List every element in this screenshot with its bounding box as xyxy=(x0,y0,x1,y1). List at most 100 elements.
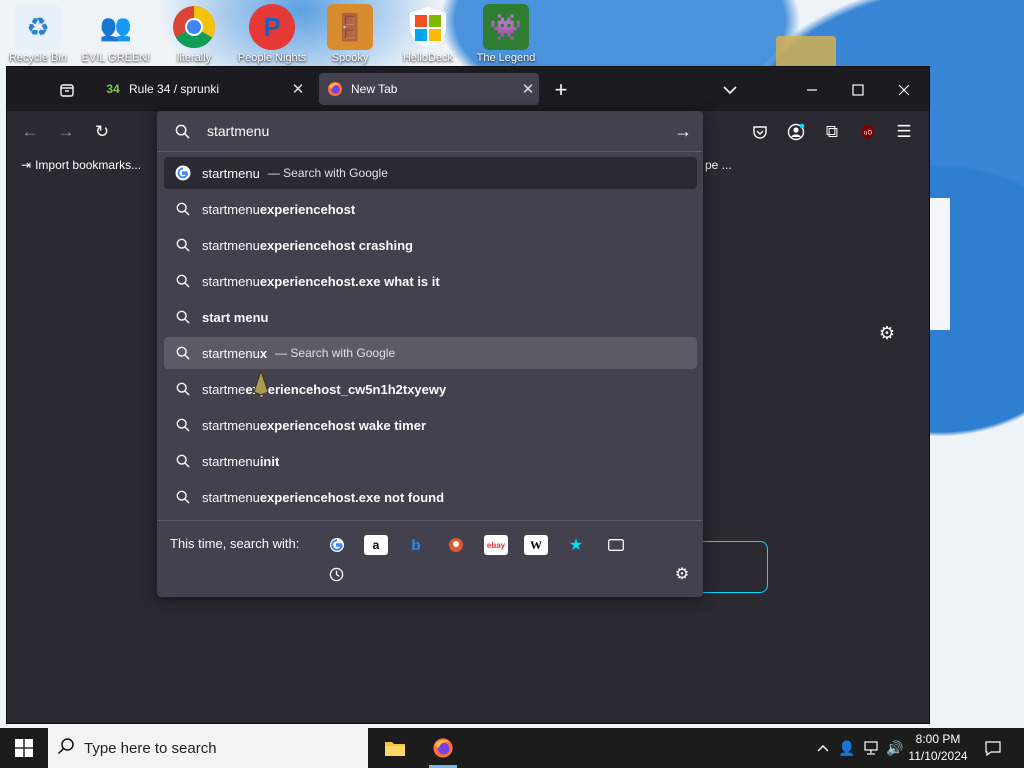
list-all-tabs-chevron-icon[interactable] xyxy=(715,75,745,105)
firefox-view-icon[interactable] xyxy=(52,75,82,105)
result-typed-part: startmenu xyxy=(202,201,260,217)
firefox-taskbar-button[interactable] xyxy=(419,728,467,768)
urlbar-result-row[interactable]: startmenuexperiencehost wake timer xyxy=(164,409,697,441)
chrome-icon xyxy=(171,4,217,50)
windows-shield-icon xyxy=(405,4,451,50)
duckduckgo-engine-icon[interactable] xyxy=(444,535,468,555)
desktop-icon-spooky[interactable]: 🚪 Spooky xyxy=(314,4,386,66)
search-icon xyxy=(164,490,202,504)
tabs-engine-icon[interactable] xyxy=(604,535,628,555)
mouse-cursor-icon xyxy=(252,369,270,396)
start-button[interactable] xyxy=(0,728,48,768)
clock-date: 11/10/2024 xyxy=(908,749,968,763)
firefox-icon xyxy=(433,738,453,758)
search-settings-gear-icon[interactable]: ⚙ xyxy=(671,563,693,585)
ublock-origin-icon[interactable]: uO xyxy=(853,117,883,147)
tab-title: New Tab xyxy=(351,82,398,96)
tab-rule34[interactable]: 34 Rule 34 / sprunki ✕ xyxy=(97,73,309,105)
urlbar-result-row[interactable]: startmenuexperiencehost.exe not found xyxy=(164,481,697,513)
close-tab-icon[interactable]: ✕ xyxy=(287,80,309,98)
bookmark-item-truncated[interactable]: pe ... xyxy=(705,158,732,172)
system-clock[interactable]: 8:00 PM 11/10/2024 xyxy=(904,731,972,765)
door-icon: 🚪 xyxy=(327,4,373,50)
urlbar-result-row[interactable]: startmenu — Search with Google xyxy=(164,157,697,189)
close-tab-icon[interactable]: ✕ xyxy=(517,80,539,98)
desktop-icon-label: literally xyxy=(176,52,212,64)
back-arrow-icon[interactable]: ← xyxy=(15,117,45,147)
bookmarks-star-icon[interactable]: ★ xyxy=(564,535,588,555)
show-hidden-icons-chevron-icon[interactable] xyxy=(812,728,834,768)
search-icon xyxy=(157,124,207,139)
google-engine-icon[interactable] xyxy=(325,535,349,555)
people-tray-icon[interactable]: 👤 xyxy=(836,728,858,768)
account-icon[interactable] xyxy=(781,117,811,147)
desktop-icon-evil-green[interactable]: 👥 EVIL GREEN! xyxy=(80,4,152,66)
url-input-field[interactable]: startmenu → xyxy=(157,111,703,151)
go-arrow-icon[interactable]: → xyxy=(663,121,703,142)
import-bookmarks-label: Import bookmarks... xyxy=(35,158,142,172)
result-action-label: — Search with Google xyxy=(275,346,395,360)
desktop-icon-recycle-bin[interactable]: ♻ Recycle Bin xyxy=(2,4,74,66)
result-action-label: — Search with Google xyxy=(268,166,388,180)
ebay-engine-icon[interactable]: ebay xyxy=(484,535,508,555)
desktop-icon-people-nights[interactable]: P People Nights xyxy=(236,4,308,66)
history-clock-icon[interactable] xyxy=(325,563,347,585)
result-suggested-part: experiencehost.exe what is it xyxy=(259,273,440,289)
google-icon xyxy=(164,165,202,181)
desktop-icon-literally[interactable]: literally xyxy=(158,4,230,66)
urlbar-result-row[interactable]: startmenuexperiencehost crashing xyxy=(164,229,697,261)
extensions-puzzle-icon[interactable]: ⧉ xyxy=(817,117,847,147)
pixel-character-icon: 👾 xyxy=(483,4,529,50)
tab-new-tab[interactable]: New Tab ✕ xyxy=(319,73,539,105)
reload-icon[interactable]: ↻ xyxy=(87,117,117,147)
import-bookmarks-button[interactable]: ⇥ Import bookmarks... xyxy=(21,158,141,172)
green-people-icon: 👥 xyxy=(99,11,133,42)
urlbar-result-row[interactable]: startmenuexperiencehost.exe what is it xyxy=(164,265,697,297)
taskbar-search-box[interactable]: Type here to search xyxy=(48,728,368,768)
new-tab-plus-icon[interactable]: + xyxy=(546,75,576,105)
wikipedia-engine-icon[interactable]: W xyxy=(524,535,548,555)
desktop-icon-the-legend[interactable]: 👾 The Legend xyxy=(470,4,542,66)
divider xyxy=(157,151,703,152)
result-suggested-part: start menu xyxy=(202,309,269,325)
minimize-icon[interactable] xyxy=(797,75,827,105)
urlbar-result-row[interactable]: startmenuexperiencehost xyxy=(164,193,697,225)
svg-text:uO: uO xyxy=(864,130,873,137)
action-text: Search with Google xyxy=(283,166,388,180)
urlbar-result-row[interactable]: start menu xyxy=(164,301,697,333)
search-icon xyxy=(48,737,84,760)
bing-engine-icon[interactable]: b xyxy=(404,535,428,555)
amazon-engine-icon[interactable]: a xyxy=(364,535,388,555)
close-window-icon[interactable] xyxy=(889,75,919,105)
result-typed-part: startmenu xyxy=(202,489,260,505)
forward-arrow-icon[interactable]: → xyxy=(51,117,81,147)
maximize-icon[interactable] xyxy=(843,75,873,105)
result-typed-part: startmenu xyxy=(202,345,260,361)
search-icon xyxy=(164,310,202,324)
urlbar-result-row[interactable]: startmenuinit xyxy=(164,445,697,477)
wallpaper-folder-shape xyxy=(776,36,836,70)
firefox-icon xyxy=(327,81,343,97)
urlbar-results: startmenu — Search with Google startmenuex… xyxy=(164,157,697,517)
p-logo-icon: P xyxy=(249,4,295,50)
network-icon[interactable] xyxy=(860,728,882,768)
result-query: startmenux xyxy=(202,346,267,361)
result-query: startmenuexperiencehost xyxy=(202,202,355,217)
result-suggested-part: experiencehost_cw5n1h2txyewy xyxy=(245,381,447,397)
result-query: startmeexperiencehost_cw5n1h2txyewy xyxy=(202,382,446,397)
menu-hamburger-icon[interactable]: ☰ xyxy=(889,117,919,147)
url-input-text: startmenu xyxy=(207,123,270,139)
file-explorer-taskbar-button[interactable] xyxy=(371,728,419,768)
newtab-search-box[interactable] xyxy=(697,541,768,593)
desktop-icon-label: Spooky xyxy=(331,52,369,64)
desktop-icon-hellodeck[interactable]: HelloDeck xyxy=(392,4,464,66)
notifications-icon[interactable] xyxy=(978,728,1008,768)
result-typed-part: startmenu xyxy=(202,237,260,253)
urlbar-result-row[interactable]: startmeexperiencehost_cw5n1h2txyewy xyxy=(164,373,697,405)
newtab-settings-gear-icon[interactable]: ⚙ xyxy=(875,321,899,345)
taskbar-search-placeholder: Type here to search xyxy=(84,739,217,757)
volume-icon[interactable]: 🔊 xyxy=(884,728,906,768)
action-text: Search with Google xyxy=(290,346,396,360)
urlbar-result-row[interactable]: startmenux — Search with Google xyxy=(164,337,697,369)
pocket-icon[interactable] xyxy=(745,117,775,147)
